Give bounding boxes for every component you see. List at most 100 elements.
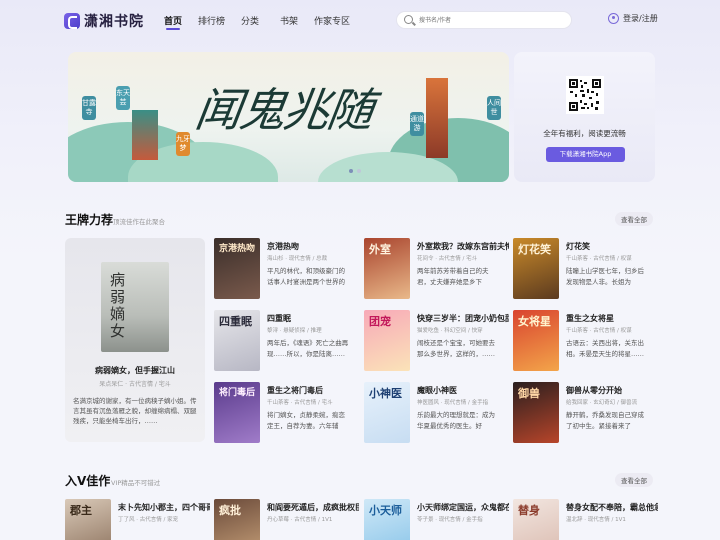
cover-title: 四重眠	[219, 315, 252, 328]
book-cover[interactable]: 小天师	[364, 499, 410, 540]
book-card[interactable]: 小天师 小天师绑定国运，众鬼都在哭苓子景 · 现代言情 / 金手指	[364, 499, 509, 540]
nav-item-category[interactable]: 分类	[241, 14, 259, 27]
book-cover[interactable]: 小神医	[364, 382, 410, 443]
banner-dot[interactable]	[357, 169, 361, 173]
view-all-button[interactable]: 查看全部	[615, 212, 653, 226]
qr-code-icon	[569, 79, 601, 111]
book-title[interactable]: 重生之女将星	[566, 313, 658, 324]
banner-tag: 通道游	[410, 112, 424, 136]
book-title[interactable]: 御兽从零分开始	[566, 385, 658, 396]
book-meta: 呆点呆仁 · 古代言情 / 宅斗	[99, 381, 171, 388]
login-label: 登录/注册	[623, 14, 658, 23]
cover-title: 疯批	[219, 504, 241, 517]
section-subtitle: 顶流佳作在此聚合	[113, 218, 165, 226]
cover-title: 替身	[518, 504, 540, 517]
book-meta: 神医圆风 · 现代言情 / 金手指	[417, 400, 489, 406]
cover-title: 团宠	[369, 315, 391, 328]
book-meta: 千山茶客 · 古代言情 / 权谋	[566, 256, 632, 262]
book-cover[interactable]: 外室	[364, 238, 410, 299]
book-meta: 花间令 · 古代言情 / 宅斗	[417, 256, 478, 262]
book-card[interactable]: 灯花笑 灯花笑 千山茶客 · 古代言情 / 权谋 陆瞳上山学医七年，归乡后发现物是人非…	[513, 238, 658, 300]
book-cover[interactable]: 郡主	[65, 499, 111, 540]
search-box[interactable]	[396, 11, 572, 29]
book-title[interactable]: 替身女配不奉陪，霸总他急了	[566, 502, 658, 513]
cover-title: 郡主	[70, 504, 92, 517]
view-all-button[interactable]: 查看全部	[615, 473, 653, 487]
book-description	[417, 527, 501, 540]
search-icon[interactable]	[404, 15, 413, 24]
app-slogan: 全年有福利，阅读更流畅	[543, 129, 626, 138]
book-title[interactable]: 末卜先知小郡主，四个哥哥都宠我	[118, 502, 210, 513]
book-card[interactable]: 京港热吻 京港热吻海山杉 · 现代言情 / 总裁平凡的林代，和顶级豪门的话事人时宴…	[214, 238, 359, 300]
book-title[interactable]: 外室欺我？改嫁东宫前夫悔疯了	[417, 241, 509, 252]
book-description: 将门嫡女，贞静柔婉，痴恋定王，自荐为妻。六年辅佐……	[267, 411, 345, 430]
cover-title: 将门毒后	[219, 388, 256, 398]
book-cover[interactable]: 团宠	[364, 310, 410, 371]
site-logo[interactable]: 潇湘书院	[64, 11, 144, 31]
book-meta: 千山茶客 · 古代言情 / 宅斗	[267, 400, 333, 406]
banner-dot[interactable]	[349, 169, 353, 173]
book-card[interactable]: 郡主 末卜先知小郡主，四个哥哥都宠我丁了风 · 古代言情 / 家宠	[65, 499, 210, 540]
search-input[interactable]	[419, 14, 559, 26]
book-description: 平凡的林代，和顶级豪门的话事人时宴洲是两个世界的人，……	[267, 267, 345, 286]
qr-code	[566, 76, 604, 114]
download-app-button[interactable]: 下载潇湘书院App	[546, 147, 625, 162]
book-meta: 千山茶客 · 古代言情 / 权谋	[566, 328, 632, 334]
book-title[interactable]: 重生之将门毒后	[267, 385, 359, 396]
section-title: 王牌力荐	[65, 213, 114, 227]
book-title[interactable]: 灯花笑	[566, 241, 658, 252]
banner-pagoda	[426, 78, 448, 158]
book-cover[interactable]: 将门毒后	[214, 382, 260, 443]
book-title[interactable]: 魔眼小神医	[417, 385, 509, 396]
book-title[interactable]: 病弱嫡女，但手握江山	[65, 365, 205, 376]
book-card[interactable]: 团宠 快穿三岁半：团宠小奶包甜又软猫爱吃鱼 · 科幻空间 / 快穿闹枝还是个宝宝，…	[364, 310, 509, 372]
nav-item-bookshelf[interactable]: 书架	[280, 14, 298, 27]
login-link[interactable]: 登录/注册	[608, 13, 658, 24]
book-cover[interactable]: 京港热吻	[214, 238, 260, 299]
book-description: 两年前苏芳带着自己的夫君，丈夫嫌弃她是乡下妇，……	[417, 267, 489, 286]
logo-icon	[64, 13, 80, 29]
cover-title: 京港热吻	[219, 244, 256, 254]
banner-tag: 甘露寺	[82, 96, 96, 120]
nav-item-home[interactable]: 首页	[164, 14, 182, 30]
cover-title: 御兽	[518, 387, 540, 400]
book-card[interactable]: 四重眠 四重眠 黎浔 · 悬疑侦探 / 推理 两年后，《魂语》死亡之曲再现……所以，你…	[214, 310, 359, 372]
book-cover[interactable]: 四重眠	[214, 310, 260, 371]
book-description	[566, 527, 650, 540]
book-card[interactable]: 疯批 和阎要死遁后，成疯批权臣白月光丹心草莓 · 古代言情 / 1V1	[214, 499, 359, 540]
banner-pagination	[349, 169, 361, 173]
book-meta: 苓子景 · 现代言情 / 金手指	[417, 517, 483, 523]
cover-title: 小天师	[369, 504, 402, 517]
book-cover[interactable]: 灯花笑	[513, 238, 559, 299]
book-card[interactable]: 女将星 重生之女将星 千山茶客 · 古代言情 / 权谋 古语云：关西出将，关东出相。禾…	[513, 310, 658, 372]
nav-item-ranking[interactable]: 排行榜	[198, 14, 225, 27]
book-card[interactable]: 小神医 魔眼小神医 神医圆风 · 现代言情 / 金手指 乐韵最大的理想就是：成为华夏最…	[364, 382, 509, 444]
book-card[interactable]: 替身 替身女配不奉陪，霸总他急了温北辞 · 现代言情 / 1V1	[513, 499, 658, 540]
book-title[interactable]: 和阎要死遁后，成疯批权臣白月光	[267, 502, 359, 513]
book-cover[interactable]: 疯批	[214, 499, 260, 540]
book-title[interactable]: 京港热吻	[267, 241, 359, 252]
book-card[interactable]: 外室 外室欺我？改嫁东宫前夫悔疯了花间令 · 古代言情 / 宅斗两年前苏芳带着自己…	[364, 238, 509, 300]
hero-banner[interactable]: 甘露寺 东天芸 九牙梦 通道游 人间世 闻鬼兆随	[68, 52, 509, 182]
user-icon	[608, 13, 619, 24]
book-title[interactable]: 小天师绑定国运，众鬼都在哭	[417, 502, 509, 513]
book-card[interactable]: 将门毒后 重生之将门毒后千山茶客 · 古代言情 / 宅斗将门嫡女，贞静柔婉，痴恋定…	[214, 382, 359, 444]
top-navbar: 潇湘书院 首页 排行榜 分类 书架 作家专区 登录/注册	[0, 0, 720, 40]
featured-book-card[interactable]: 病弱嫡女 病弱嫡女，但手握江山 呆点呆仁 · 古代言情 / 宅斗 名满京城的谢家…	[65, 238, 205, 442]
book-cover[interactable]: 御兽	[513, 382, 559, 443]
book-card[interactable]: 御兽 御兽从零分开始 给我回家 · 玄幻奇幻 / 御兽流 静开鹤，乔桑发现自己穿成了初…	[513, 382, 658, 444]
book-meta: 猫爱吃鱼 · 科幻空间 / 快穿	[417, 328, 483, 334]
book-meta: 海山杉 · 现代言情 / 总裁	[267, 256, 328, 262]
banner-tag: 人间世	[487, 96, 501, 120]
book-description: 陆瞳上山学医七年，归乡后发现物是人非。长姐为人……	[566, 267, 644, 286]
nav-item-author-zone[interactable]: 作家专区	[314, 14, 350, 27]
book-description	[267, 527, 351, 540]
book-cover[interactable]: 病弱嫡女	[101, 262, 169, 352]
cover-title: 小神医	[369, 387, 402, 400]
book-title[interactable]: 四重眠	[267, 313, 359, 324]
logo-text: 潇湘书院	[84, 14, 144, 30]
cover-title: 女将星	[518, 315, 551, 328]
book-title[interactable]: 快穿三岁半：团宠小奶包甜又软	[417, 313, 509, 324]
book-cover[interactable]: 女将星	[513, 310, 559, 371]
book-cover[interactable]: 替身	[513, 499, 559, 540]
